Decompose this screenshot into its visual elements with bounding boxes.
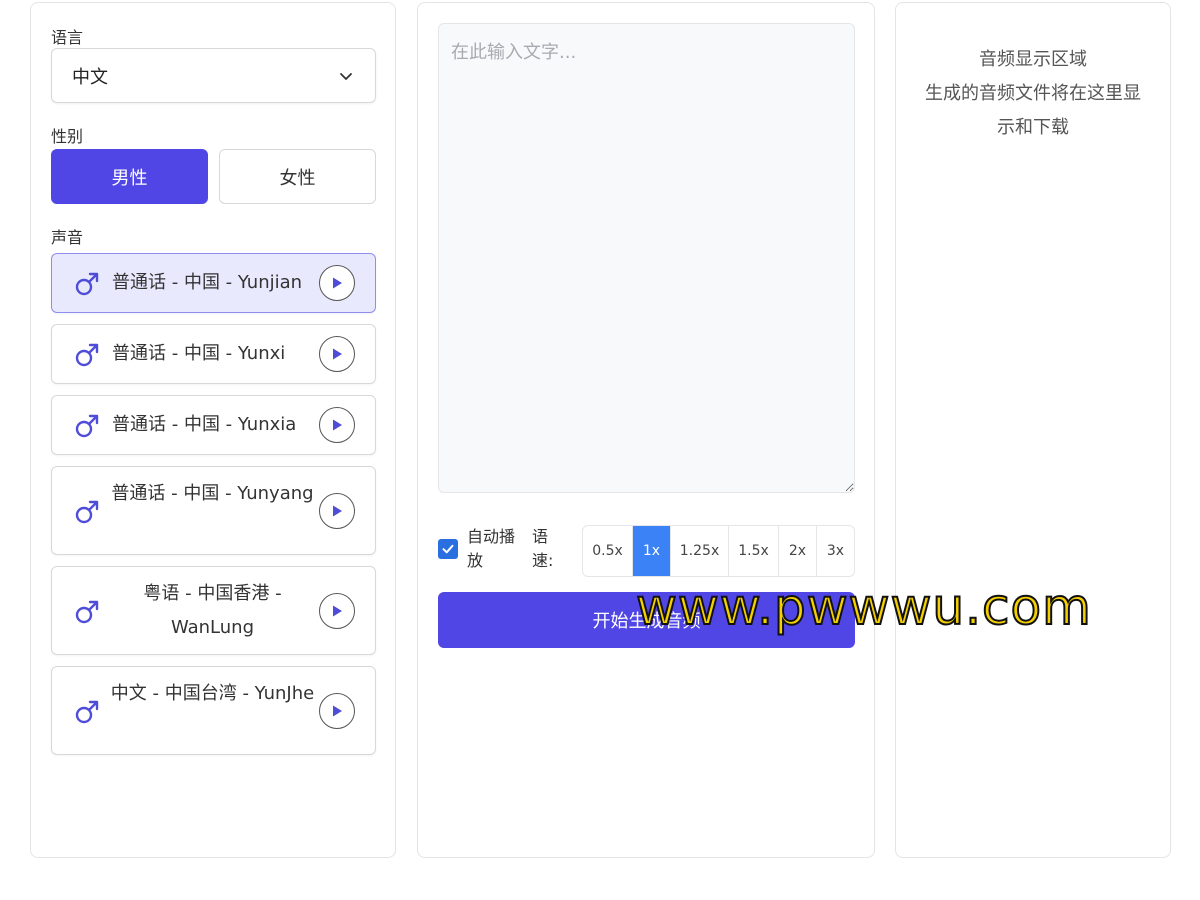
speed-option-0.5x[interactable]: 0.5x — [583, 526, 633, 576]
voice-name: 中文 - 中国台湾 - YunJhe — [110, 683, 315, 704]
voice-item-yunyang[interactable]: 普通话 - 中国 - Yunyang — [51, 466, 376, 555]
speed-option-3x[interactable]: 3x — [817, 526, 854, 576]
voice-preview-button[interactable] — [319, 593, 355, 629]
male-icon — [75, 600, 99, 624]
speed-option-1.5x[interactable]: 1.5x — [729, 526, 779, 576]
gender-male-button[interactable]: 男性 — [51, 149, 208, 204]
voice-preview-button[interactable] — [319, 265, 355, 301]
voice-preview-button[interactable] — [319, 407, 355, 443]
voice-item-yunxia[interactable]: 普通话 - 中国 - Yunxia — [51, 395, 376, 455]
male-icon — [75, 500, 99, 524]
voice-item-yunjian[interactable]: 普通话 - 中国 - Yunjian — [51, 253, 376, 313]
chevron-down-icon — [340, 72, 352, 80]
autoplay-checkbox[interactable] — [438, 539, 458, 559]
play-icon — [333, 348, 342, 360]
audio-placeholder-desc: 生成的音频文件将在这里显示和下载 — [925, 83, 1141, 138]
voice-item-yunxi[interactable]: 普通话 - 中国 - Yunxi — [51, 324, 376, 384]
speed-option-1.25x[interactable]: 1.25x — [671, 526, 729, 576]
voice-item-wanlung[interactable]: 粤语 - 中国香港 - WanLung — [51, 566, 376, 655]
voice-preview-button[interactable] — [319, 336, 355, 372]
audio-placeholder: 音频显示区域 生成的音频文件将在这里显示和下载 — [896, 43, 1170, 145]
voice-name: 普通话 - 中国 - Yunjian — [112, 272, 303, 293]
male-icon — [75, 272, 99, 296]
audio-placeholder-title: 音频显示区域 — [979, 49, 1087, 70]
language-select-value: 中文 — [72, 66, 108, 88]
language-select[interactable]: 中文 — [51, 48, 376, 103]
male-icon — [75, 343, 99, 367]
play-icon — [333, 277, 342, 289]
voice-settings-panel: 语言 中文 性别 男性 女性 声音 普通话 - 中国 - Yunjian 普通话… — [30, 2, 396, 858]
male-icon — [75, 414, 99, 438]
speed-option-1x[interactable]: 1x — [633, 526, 671, 576]
gender-label: 性别 — [51, 127, 84, 146]
voice-name: 普通话 - 中国 - Yunyang — [111, 483, 314, 504]
check-icon — [442, 544, 454, 554]
voice-name: 普通话 - 中国 - Yunxi — [112, 343, 286, 364]
voice-preview-button[interactable] — [319, 493, 355, 529]
play-icon — [333, 419, 342, 431]
autoplay-label: 自动播放 — [467, 527, 516, 570]
speed-label: 语速: — [532, 527, 554, 570]
speed-selector: 0.5x 1x 1.25x 1.5x 2x 3x — [582, 525, 855, 577]
speed-option-2x[interactable]: 2x — [779, 526, 817, 576]
play-icon — [333, 505, 342, 517]
audio-display-panel: 音频显示区域 生成的音频文件将在这里显示和下载 — [895, 2, 1171, 858]
play-icon — [333, 605, 342, 617]
play-icon — [333, 705, 342, 717]
voice-name: 普通话 - 中国 - Yunxia — [112, 414, 297, 435]
gender-female-button[interactable]: 女性 — [219, 149, 376, 204]
voice-preview-button[interactable] — [319, 693, 355, 729]
voice-label: 声音 — [51, 228, 84, 247]
text-input-panel: 自动播放 语速: 0.5x 1x 1.25x 1.5x 2x 3x 开始生成音频 — [417, 2, 875, 858]
voice-name: 粤语 - 中国香港 - WanLung — [143, 583, 282, 638]
language-label: 语言 — [51, 28, 84, 47]
voice-item-yunjhe[interactable]: 中文 - 中国台湾 - YunJhe — [51, 666, 376, 755]
text-input[interactable] — [438, 23, 855, 493]
male-icon — [75, 700, 99, 724]
watermark-text: www.pwwwu.com — [635, 577, 1092, 637]
